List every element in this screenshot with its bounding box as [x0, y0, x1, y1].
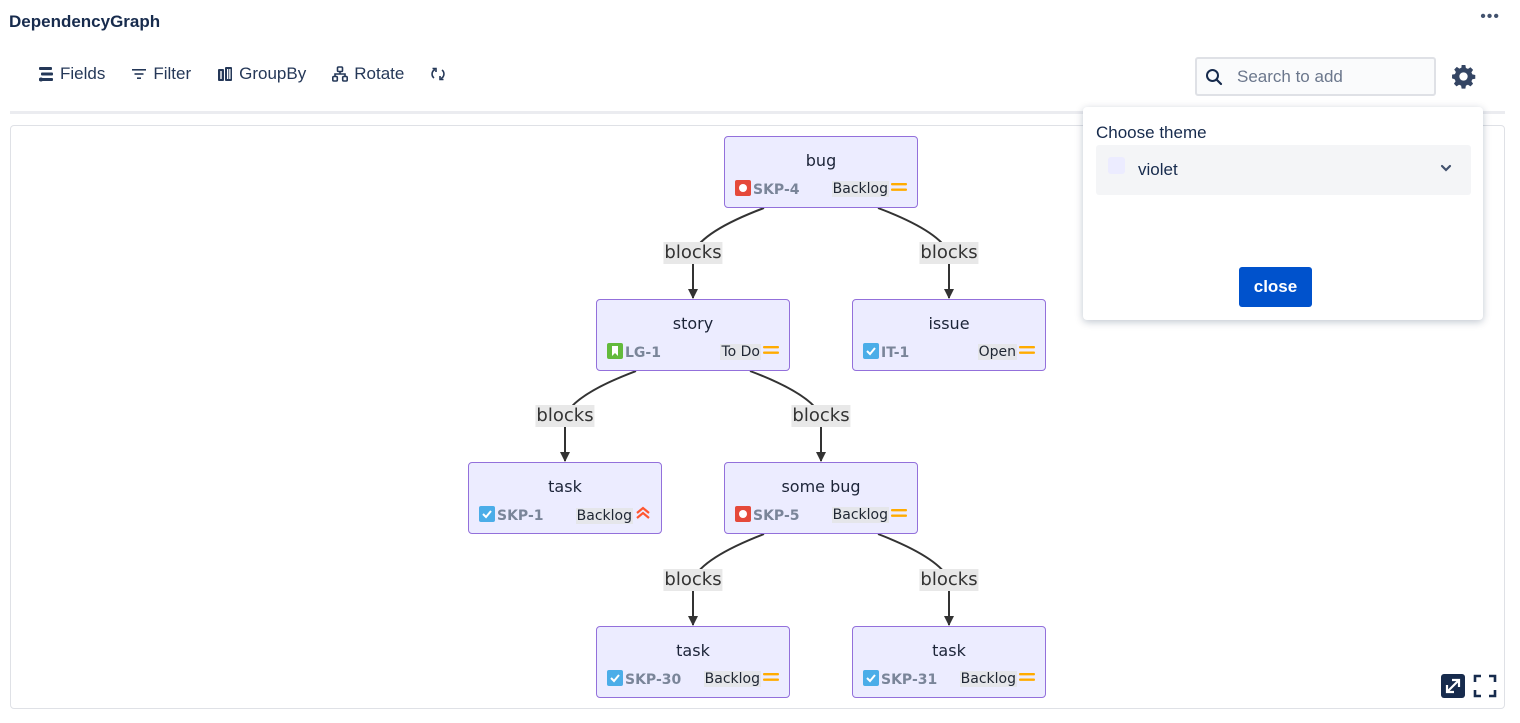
- node-title: story: [672, 314, 714, 333]
- theme-select[interactable]: violet: [1096, 145, 1471, 195]
- groupby-icon: [218, 67, 233, 81]
- priority-high-icon: [635, 506, 651, 525]
- node-key-text: SKP-30: [625, 672, 682, 688]
- priority-medium-icon: [891, 180, 907, 198]
- graph-node[interactable]: bug SKP-4 Backlog: [724, 136, 918, 208]
- node-key[interactable]: IT-1: [863, 343, 909, 363]
- fields-label: Fields: [60, 64, 106, 83]
- node-title: issue: [928, 314, 970, 333]
- node-key-text: SKP-4: [753, 182, 800, 198]
- bug-type-icon: [735, 180, 751, 200]
- theme-popup: Choose theme violet close: [1083, 107, 1483, 320]
- node-key-text: LG-1: [625, 345, 661, 361]
- node-title: task: [932, 641, 966, 660]
- priority-medium-icon: [1019, 343, 1035, 361]
- node-status: Backlog: [959, 670, 1035, 688]
- rotate-label: Rotate: [354, 64, 405, 83]
- rotate-button[interactable]: Rotate: [332, 64, 404, 84]
- status-badge: Backlog: [831, 181, 889, 197]
- priority-medium-icon: [891, 506, 907, 524]
- bug-type-icon: [735, 506, 751, 526]
- refresh-button[interactable]: [430, 66, 446, 82]
- node-key[interactable]: SKP-30: [607, 670, 681, 690]
- expand-icon[interactable]: [1441, 674, 1465, 698]
- priority-medium-icon: [1019, 670, 1035, 688]
- edge-label: blocks: [663, 568, 723, 591]
- node-status: To Do: [720, 343, 779, 361]
- search-field[interactable]: [1195, 57, 1436, 96]
- node-key[interactable]: SKP-5: [735, 506, 800, 526]
- more-options-button[interactable]: •••: [1480, 8, 1500, 26]
- status-badge: To Do: [720, 344, 761, 360]
- graph-node[interactable]: story LG-1 To Do: [596, 299, 790, 371]
- node-status: Backlog: [831, 180, 907, 198]
- node-status: Backlog: [703, 670, 779, 688]
- groupby-button[interactable]: GroupBy: [217, 64, 306, 84]
- task-type-icon: [607, 670, 623, 690]
- status-badge: Backlog: [575, 507, 633, 524]
- chevron-down-icon: [1440, 164, 1452, 172]
- story-type-icon: [607, 343, 623, 363]
- node-key-text: SKP-5: [753, 508, 800, 524]
- status-badge: Backlog: [703, 671, 761, 687]
- theme-swatch: [1108, 156, 1125, 174]
- filter-label: Filter: [153, 64, 192, 83]
- graph-node[interactable]: task SKP-1 Backlog: [468, 462, 662, 534]
- app-title: DependencyGraph: [9, 12, 161, 31]
- priority-medium-icon: [763, 670, 779, 688]
- status-badge: Backlog: [959, 671, 1017, 687]
- node-key[interactable]: SKP-31: [863, 670, 937, 690]
- node-key[interactable]: SKP-1: [479, 506, 544, 526]
- edge-label: blocks: [791, 405, 851, 427]
- node-status: Backlog: [575, 506, 651, 525]
- fields-icon: [39, 67, 53, 82]
- refresh-icon: [431, 67, 446, 81]
- edge-label: blocks: [535, 405, 595, 427]
- node-title: some bug: [781, 477, 861, 496]
- graph-node[interactable]: task SKP-30 Backlog: [596, 626, 790, 698]
- theme-selected-value: violet: [1138, 160, 1178, 179]
- theme-popup-title: Choose theme: [1096, 123, 1207, 142]
- task-type-icon: [479, 506, 495, 526]
- task-type-icon: [863, 343, 879, 363]
- node-key-text: SKP-1: [497, 508, 544, 524]
- node-title: task: [548, 477, 582, 496]
- groupby-label: GroupBy: [239, 64, 307, 83]
- fields-button[interactable]: Fields: [38, 64, 105, 84]
- graph-node[interactable]: issue IT-1 Open: [852, 299, 1046, 371]
- close-button[interactable]: close: [1239, 267, 1312, 307]
- graph-node[interactable]: task SKP-31 Backlog: [852, 626, 1046, 698]
- search-input[interactable]: [1235, 65, 1415, 88]
- fullscreen-icon[interactable]: [1473, 674, 1497, 698]
- node-title: task: [676, 641, 710, 660]
- status-badge: Backlog: [831, 507, 889, 523]
- task-type-icon: [863, 670, 879, 690]
- node-status: Open: [977, 343, 1035, 361]
- edge-label: blocks: [663, 242, 723, 264]
- node-key-text: IT-1: [881, 345, 910, 361]
- graph-node[interactable]: some bug SKP-5 Backlog: [724, 462, 918, 534]
- search-icon: [1206, 68, 1223, 85]
- gear-icon[interactable]: [1451, 64, 1476, 89]
- filter-button[interactable]: Filter: [131, 64, 191, 84]
- filter-icon: [132, 69, 147, 79]
- edge-label: blocks: [919, 242, 979, 264]
- toolbar: Fields Filter GroupBy Rotate: [38, 64, 472, 84]
- node-title: bug: [805, 151, 837, 170]
- hierarchy-icon: [332, 66, 349, 82]
- node-key[interactable]: LG-1: [607, 343, 661, 363]
- edge-label: blocks: [919, 568, 979, 591]
- node-key-text: SKP-31: [881, 672, 938, 688]
- priority-medium-icon: [763, 343, 779, 361]
- node-key[interactable]: SKP-4: [735, 180, 800, 200]
- status-badge: Open: [977, 344, 1017, 360]
- node-status: Backlog: [831, 506, 907, 524]
